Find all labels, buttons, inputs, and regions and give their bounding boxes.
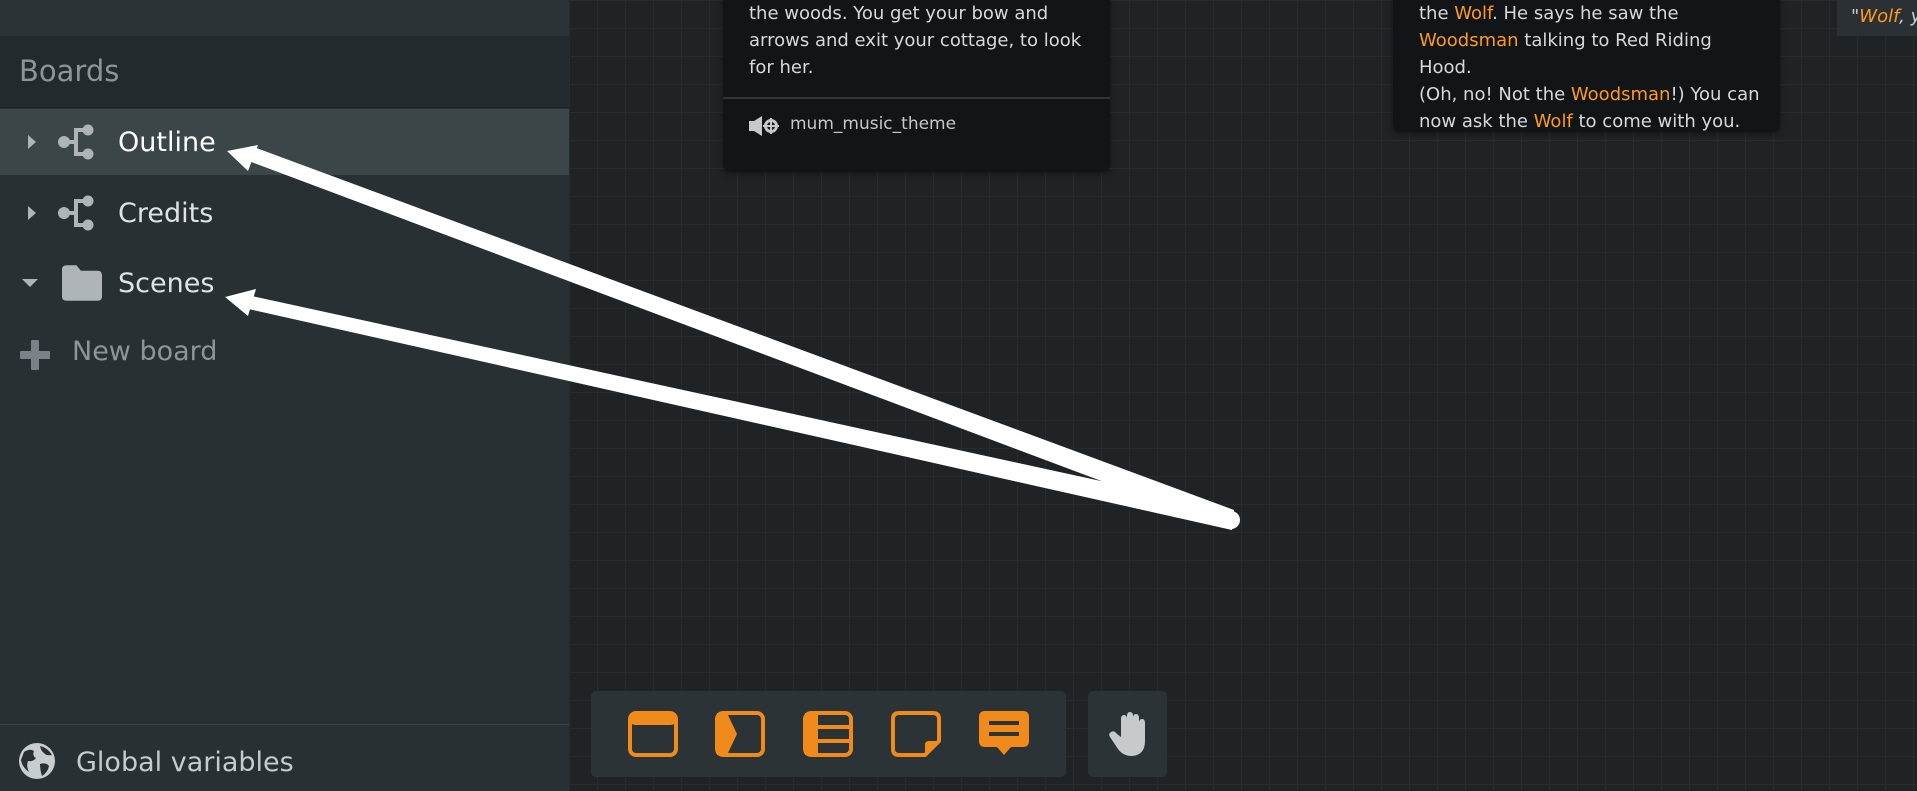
dialogue-node[interactable]: the woods. You get your bow and arrows a… — [723, 0, 1110, 172]
entity-link[interactable]: Wolf — [1454, 3, 1492, 24]
node-text-line: the Wolf. He says he saw the — [1419, 0, 1764, 27]
node-divider — [723, 97, 1110, 99]
comment-node-icon[interactable] — [977, 709, 1031, 759]
text-span: !) You can — [1670, 84, 1760, 105]
global-variables-label: Global variables — [76, 747, 294, 778]
sidebar-item-label: Scenes — [118, 267, 215, 299]
node-toolbar — [591, 691, 1066, 777]
hand-tool-panel — [1088, 691, 1167, 777]
new-board-button[interactable]: New board — [0, 320, 569, 386]
dialogue-node[interactable]: the Wolf. He says he saw the Woodsman ta… — [1393, 0, 1780, 132]
text-span: the — [1419, 3, 1455, 24]
frame-node-icon[interactable] — [626, 709, 680, 759]
node-text-line: (Oh, no! Not the Woodsman!) You can — [1419, 81, 1764, 108]
global-variables-button[interactable]: Global variables — [0, 724, 569, 791]
text-span: to come with you. — [1572, 111, 1741, 132]
text-span: . He says he saw the — [1492, 3, 1679, 24]
text-span: now ask the — [1419, 111, 1534, 132]
boards-sidebar: Boards Outline Credits Scenes New board — [0, 0, 569, 791]
chevron-right-icon[interactable] — [24, 205, 40, 221]
node-text-line: now ask the Wolf to come with you. — [1419, 108, 1764, 135]
boards-title: Boards — [19, 54, 120, 88]
folder-icon — [62, 265, 102, 301]
outline-branch-icon — [58, 124, 94, 160]
new-board-label: New board — [72, 336, 218, 367]
boards-header: Boards — [0, 37, 569, 108]
node-text: the woods. You get your bow and arrows a… — [749, 0, 1094, 81]
hand-icon[interactable] — [1103, 709, 1157, 759]
chevron-down-icon[interactable] — [22, 275, 38, 291]
outline-branch-icon — [58, 195, 94, 231]
sidebar-item-scenes[interactable]: Scenes — [0, 250, 569, 316]
plus-icon — [20, 340, 50, 370]
partial-node-text: "Wolf, yo — [1851, 6, 1917, 27]
sidebar-item-outline[interactable]: Outline — [0, 109, 569, 175]
note-node-icon[interactable] — [889, 709, 943, 759]
entity-link[interactable]: Wolf — [1859, 6, 1899, 27]
audio-icon — [749, 116, 779, 136]
sidebar-top-strip — [0, 0, 569, 37]
sidebar-item-label: Outline — [118, 126, 216, 158]
node-text-line: the woods. You get your bow and — [749, 3, 1049, 24]
text-span: , yo — [1899, 6, 1917, 27]
flow-node-icon[interactable] — [713, 709, 767, 759]
node-text-line: arrows and exit your cottage, to look — [749, 30, 1082, 51]
globe-icon — [19, 743, 55, 779]
node-text-line: for her. — [749, 57, 814, 78]
audio-asset-label: mum_music_theme — [790, 114, 957, 134]
entity-link[interactable]: Woodsman — [1571, 84, 1671, 105]
sidebar-item-credits[interactable]: Credits — [0, 180, 569, 246]
entity-link[interactable]: Woodsman — [1419, 30, 1519, 51]
node-text-line: Woodsman talking to Red Riding Hood. — [1419, 27, 1764, 81]
node-text: the Wolf. He says he saw the Woodsman ta… — [1419, 0, 1764, 135]
text-span: (Oh, no! Not the — [1419, 84, 1571, 105]
partial-node[interactable]: "Wolf, yo — [1837, 0, 1917, 36]
chevron-right-icon[interactable] — [24, 134, 40, 150]
entity-link[interactable]: Wolf — [1534, 111, 1573, 132]
sidebar-item-label: Credits — [118, 197, 214, 229]
list-node-icon[interactable] — [801, 709, 855, 759]
